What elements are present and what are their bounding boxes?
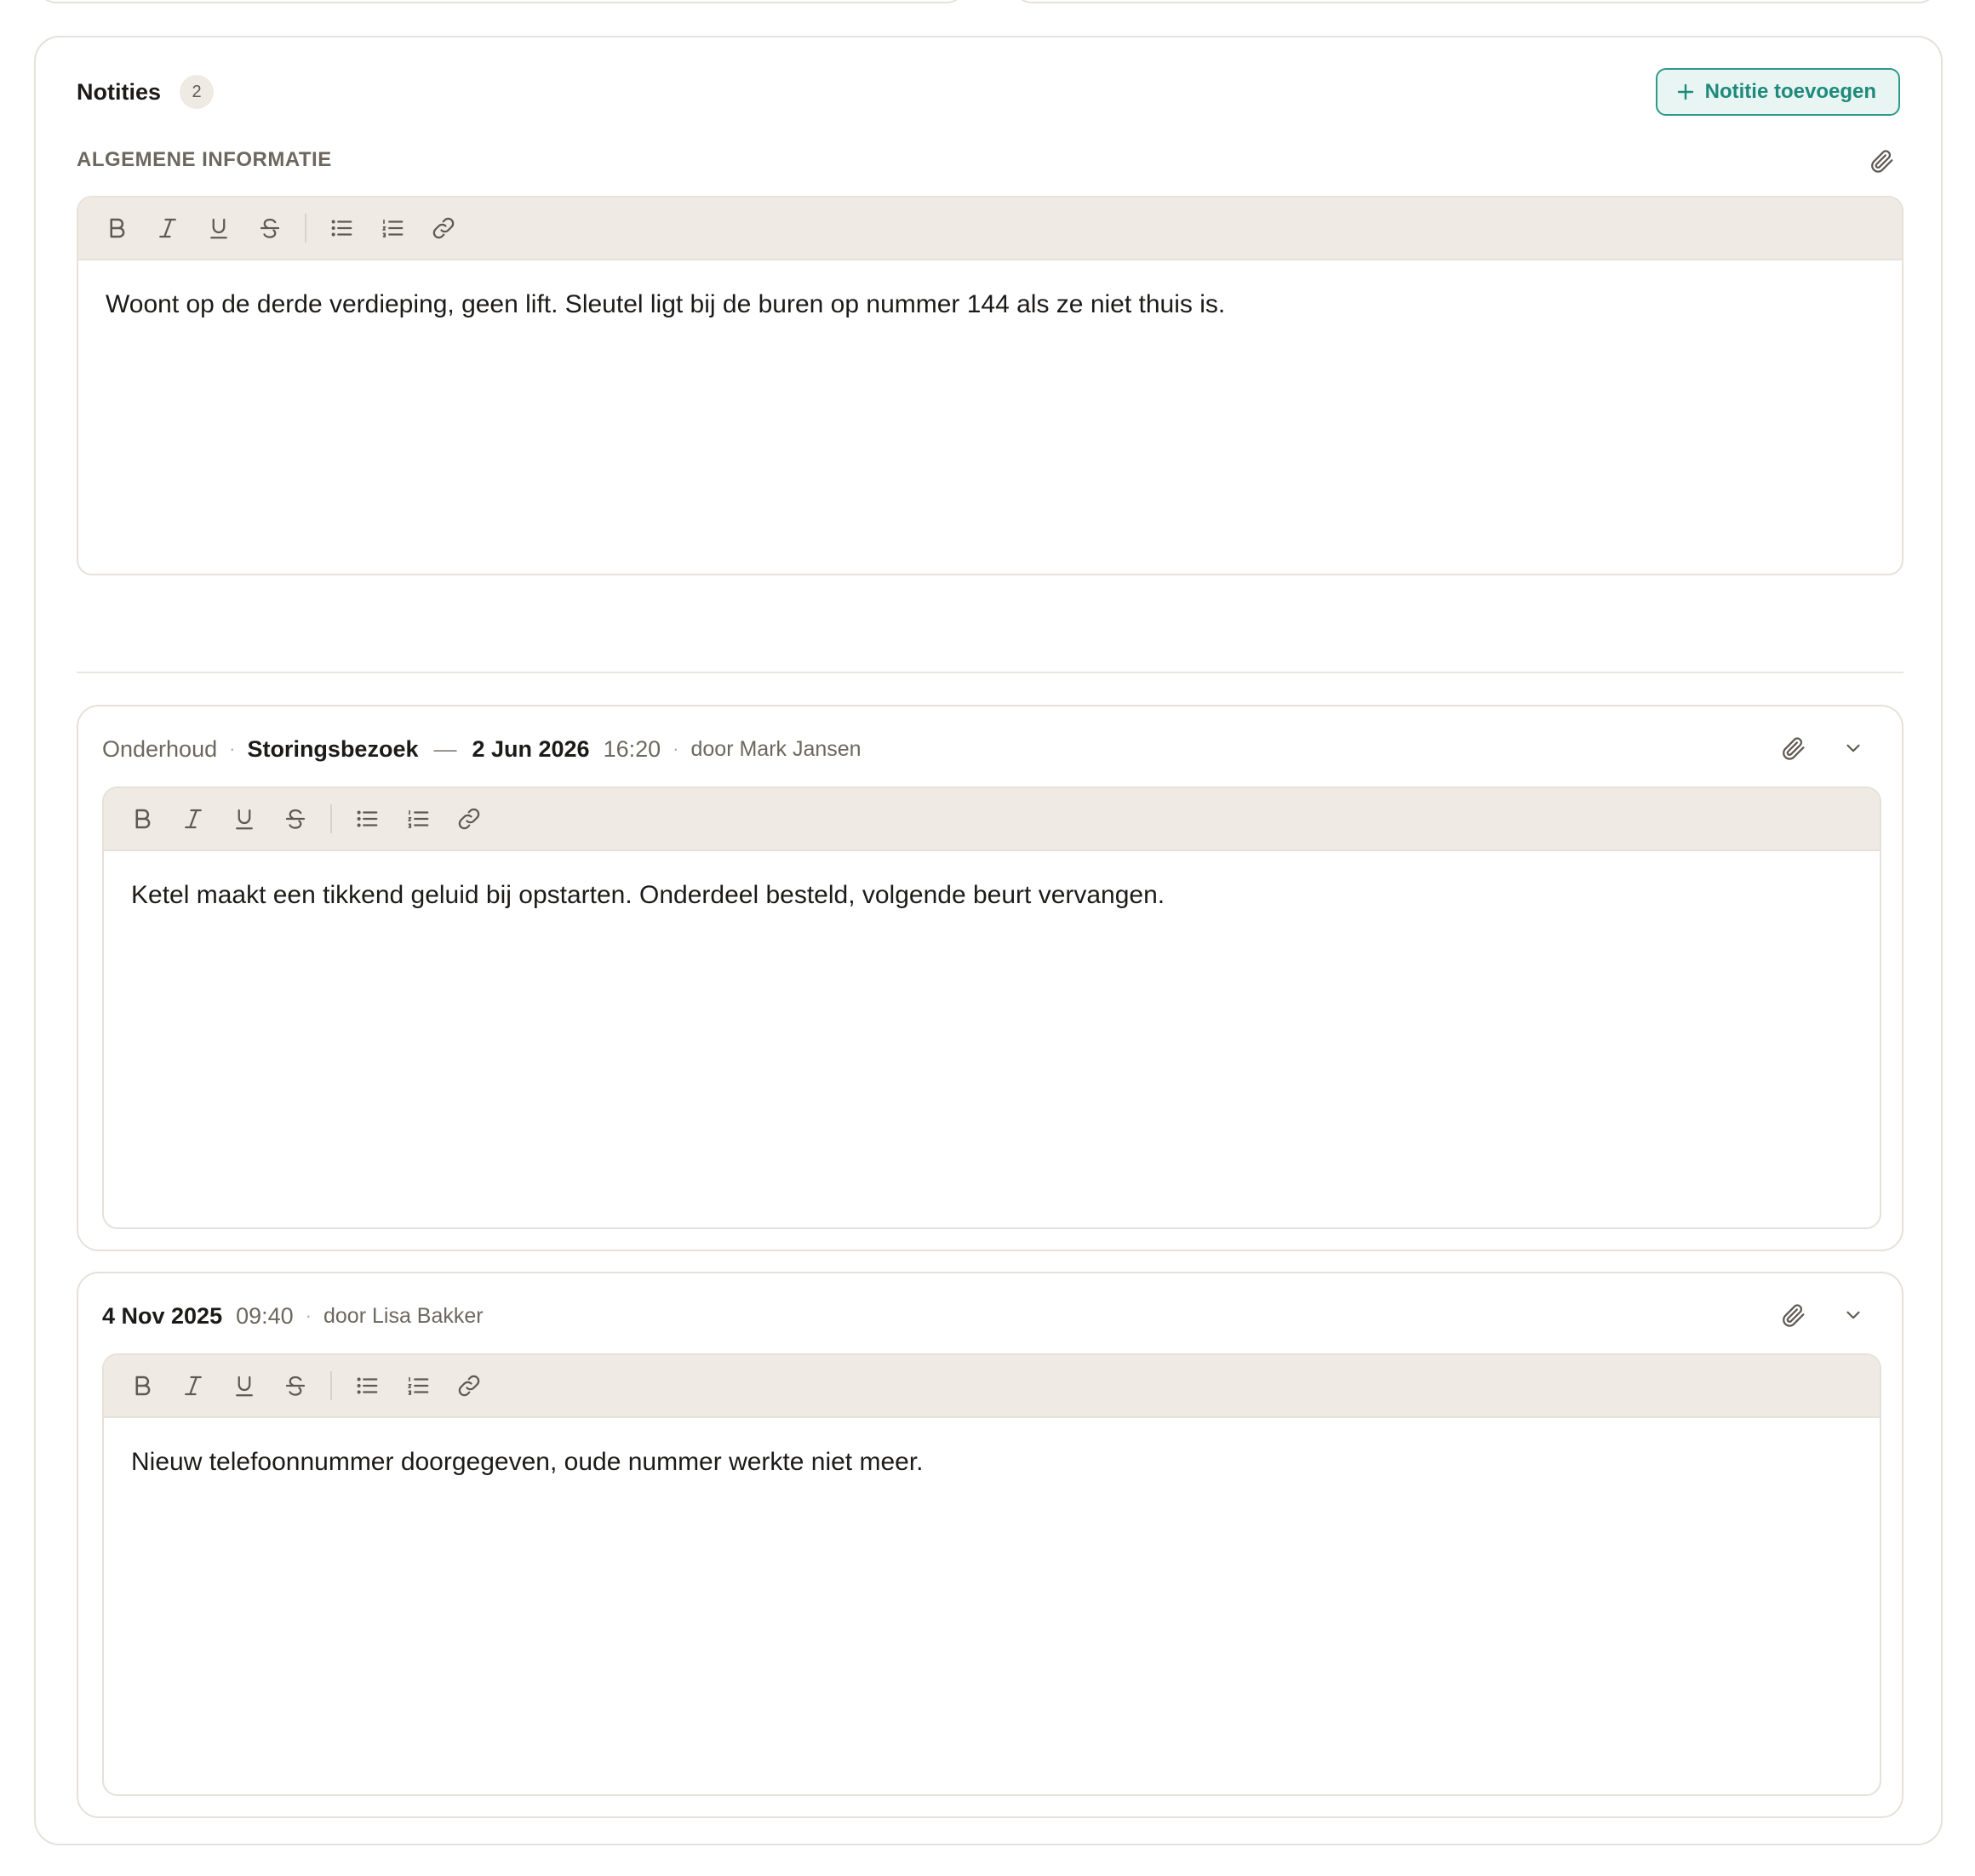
add-note-label: Notitie toevoegen (1704, 80, 1876, 103)
italic-icon (185, 809, 202, 829)
top-card-right (1013, 0, 1938, 3)
numbered-list-icon (381, 219, 404, 237)
note-meta: 4 Nov 2025 09:40 · door Lisa Bakker (102, 1299, 484, 1333)
top-card-left (37, 0, 965, 3)
meta-dash: — (433, 735, 457, 762)
bold-icon (135, 809, 151, 829)
meta-separator: · (673, 738, 679, 759)
chevron-down-icon (1846, 744, 1860, 752)
italic-icon (159, 218, 176, 238)
link-button[interactable] (422, 207, 465, 249)
general-info-label: ALGEMENE INFORMATIE (77, 148, 332, 171)
bullet-list-button[interactable] (346, 1364, 388, 1407)
underline-icon (210, 218, 227, 239)
note-editor: Ketel maakt een tikkend geluid bij opsta… (102, 786, 1881, 1229)
attach-note-button[interactable] (1776, 1297, 1812, 1333)
notes-count-badge: 2 (180, 75, 215, 109)
italic-button[interactable] (172, 1364, 215, 1407)
toolbar-separator (330, 1371, 332, 1400)
numbered-list-button[interactable] (371, 207, 414, 249)
add-note-button[interactable]: Notitie toevoegen (1655, 68, 1900, 116)
paperclip-icon (1783, 1304, 1805, 1327)
bold-button[interactable] (121, 798, 163, 840)
editor-toolbar (104, 1355, 1880, 1418)
meta-separator: · (305, 1305, 312, 1326)
collapse-note-button[interactable] (1835, 730, 1871, 766)
general-info-text[interactable]: Woont op de derde verdieping, geen lift.… (78, 260, 1902, 349)
strikethrough-icon (260, 218, 280, 238)
strikethrough-icon (285, 809, 306, 829)
bullet-list-icon (331, 220, 352, 237)
toolbar-separator (305, 214, 306, 243)
link-icon (432, 217, 455, 239)
strikethrough-button[interactable] (274, 1364, 317, 1407)
underline-button[interactable] (223, 798, 266, 840)
strikethrough-icon (285, 1376, 306, 1396)
note-card: 4 Nov 2025 09:40 · door Lisa Bakker Nieu… (77, 1272, 1903, 1818)
numbered-list-button[interactable] (397, 798, 439, 840)
bullet-list-button[interactable] (320, 207, 363, 249)
strikethrough-button[interactable] (249, 207, 291, 249)
editor-toolbar (104, 788, 1880, 851)
note-actions (1776, 730, 1871, 766)
italic-button[interactable] (146, 207, 189, 249)
bullet-list-icon (357, 1377, 378, 1394)
editor-toolbar (78, 197, 1902, 260)
underline-button[interactable] (223, 1364, 266, 1407)
note-editor: Nieuw telefoonnummer doorgegeven, oude n… (102, 1353, 1881, 1796)
note-actions (1776, 1297, 1871, 1333)
note-category: Onderhoud (102, 735, 218, 762)
bullet-list-icon (357, 810, 378, 827)
underline-icon (236, 1376, 253, 1397)
note-text[interactable]: Nieuw telefoonnummer doorgegeven, oude n… (104, 1418, 1880, 1507)
note-text[interactable]: Ketel maakt een tikkend geluid bij opsta… (104, 851, 1880, 940)
attach-general-button[interactable] (1864, 143, 1900, 179)
bold-button[interactable] (121, 1364, 163, 1407)
numbered-list-icon (407, 809, 429, 828)
bold-icon (110, 218, 125, 238)
note-author: door Mark Jansen (690, 736, 862, 761)
bold-icon (135, 1376, 151, 1396)
note-date: 2 Jun 2026 (472, 735, 590, 762)
italic-button[interactable] (172, 798, 215, 840)
chevron-down-icon (1846, 1311, 1860, 1319)
attach-note-button[interactable] (1776, 730, 1812, 766)
note-type: Storingsbezoek (247, 735, 419, 762)
bold-button[interactable] (95, 207, 138, 249)
numbered-list-icon (407, 1376, 429, 1395)
note-meta: Onderhoud · Storingsbezoek — 2 Jun 2026 … (102, 732, 862, 766)
meta-separator: · (229, 738, 236, 759)
general-info-editor: Woont op de derde verdieping, geen lift.… (77, 196, 1903, 575)
link-button[interactable] (448, 798, 490, 840)
note-card: Onderhoud · Storingsbezoek — 2 Jun 2026 … (77, 705, 1903, 1251)
link-button[interactable] (448, 1364, 490, 1407)
paperclip-icon (1783, 737, 1805, 760)
note-time: 16:20 (603, 735, 661, 762)
plus-icon (1677, 83, 1693, 100)
section-divider (77, 672, 1903, 673)
notes-header: Notities 2 Notitie toevoegen (77, 66, 1900, 117)
notes-title: Notities (77, 78, 162, 105)
italic-icon (185, 1376, 202, 1396)
paperclip-icon (1871, 150, 1893, 173)
collapse-note-button[interactable] (1835, 1297, 1871, 1333)
strikethrough-button[interactable] (274, 798, 317, 840)
numbered-list-button[interactable] (397, 1364, 439, 1407)
toolbar-separator (330, 804, 332, 833)
note-author: door Lisa Bakker (323, 1303, 484, 1328)
note-time: 09:40 (236, 1302, 294, 1329)
underline-icon (236, 809, 253, 830)
bullet-list-button[interactable] (346, 798, 388, 840)
underline-button[interactable] (198, 207, 240, 249)
link-icon (458, 808, 480, 830)
link-icon (458, 1375, 480, 1397)
note-date: 4 Nov 2025 (102, 1302, 223, 1329)
notes-panel: Notities 2 Notitie toevoegen ALGEMENE IN… (34, 36, 1943, 1845)
